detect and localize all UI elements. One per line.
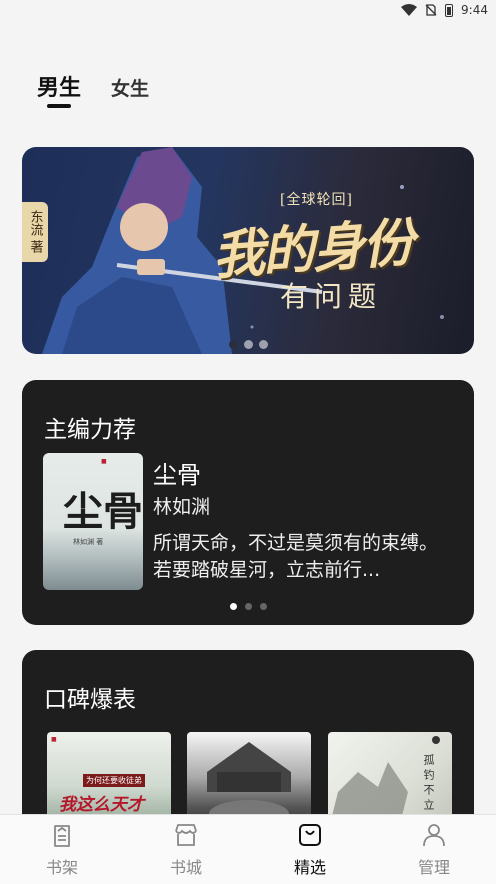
tab-label: 男生 — [37, 76, 82, 101]
nav-store[interactable]: 书城 — [124, 815, 248, 884]
cover-title: 尘骨 — [63, 488, 143, 535]
user-icon — [423, 824, 445, 847]
nav-label: 管理 — [417, 858, 450, 877]
store-icon — [175, 824, 197, 846]
cover-author: 林如渊 著 — [73, 538, 104, 546]
banner-author-tag: 东流 著 — [22, 202, 48, 262]
nav-label: 精选 — [293, 858, 326, 877]
nav-manage[interactable]: 管理 — [372, 815, 496, 884]
book-title[interactable]: 尘骨 — [153, 455, 201, 490]
cover-title: 孤钓不立 — [422, 754, 435, 814]
book-cover[interactable]: ■ 尘骨 林如渊 著 — [43, 453, 143, 590]
tab-label: 女生 — [111, 78, 150, 100]
wifi-icon — [401, 4, 418, 16]
featured-icon — [299, 824, 321, 846]
nav-featured[interactable]: 精选 — [248, 815, 372, 884]
battery-icon — [445, 3, 454, 17]
publisher-badge-icon: ■ — [101, 458, 107, 465]
tab-female[interactable]: 女生 — [111, 74, 149, 102]
status-bar: 9:44 — [0, 0, 496, 24]
section-title: 主编力荐 — [44, 417, 136, 443]
cover-subtitle: 为何还要收徒弟 — [83, 774, 145, 787]
publisher-badge-icon: ■ — [51, 736, 57, 743]
pagination-dot[interactable] — [260, 603, 267, 610]
tab-active-indicator — [47, 104, 71, 108]
banner-subtitle: 有问题 — [280, 280, 383, 313]
section-title: 口碑爆表 — [44, 687, 136, 713]
nav-label: 书城 — [169, 858, 202, 877]
no-sim-icon — [425, 4, 437, 16]
pagination-dot[interactable] — [230, 603, 237, 610]
tab-male[interactable]: 男生 — [37, 70, 82, 108]
editor-pick-card: 主编力荐 ■ 尘骨 林如渊 著 尘骨 林如渊 所谓天命，不过是莫须有的束缚。若要… — [22, 380, 474, 625]
card-pagination — [230, 603, 267, 610]
gender-tabs: 男生 女生 — [37, 70, 149, 108]
cover-title: 我这么天才 — [59, 795, 144, 815]
book-author: 林如渊 — [153, 496, 211, 518]
nav-label: 书架 — [45, 858, 78, 877]
nav-bookshelf[interactable]: 书架 — [0, 815, 124, 884]
banner-pagination — [229, 340, 268, 349]
clock: 9:44 — [461, 3, 488, 17]
promo-banner[interactable]: 东流 著 [全球轮回] 我的身份 有问题 — [22, 147, 474, 354]
pagination-dot[interactable] — [229, 340, 238, 349]
pagination-dot[interactable] — [245, 603, 252, 610]
book-description: 所谓天命，不过是莫须有的束缚。若要踏破星河，立志前行... — [153, 532, 439, 581]
pagination-dot[interactable] — [259, 340, 268, 349]
bookshelf-icon — [54, 825, 70, 847]
pagination-dot[interactable] — [244, 340, 253, 349]
bottom-navigation: 书架 书城 精选 管理 — [0, 814, 496, 884]
